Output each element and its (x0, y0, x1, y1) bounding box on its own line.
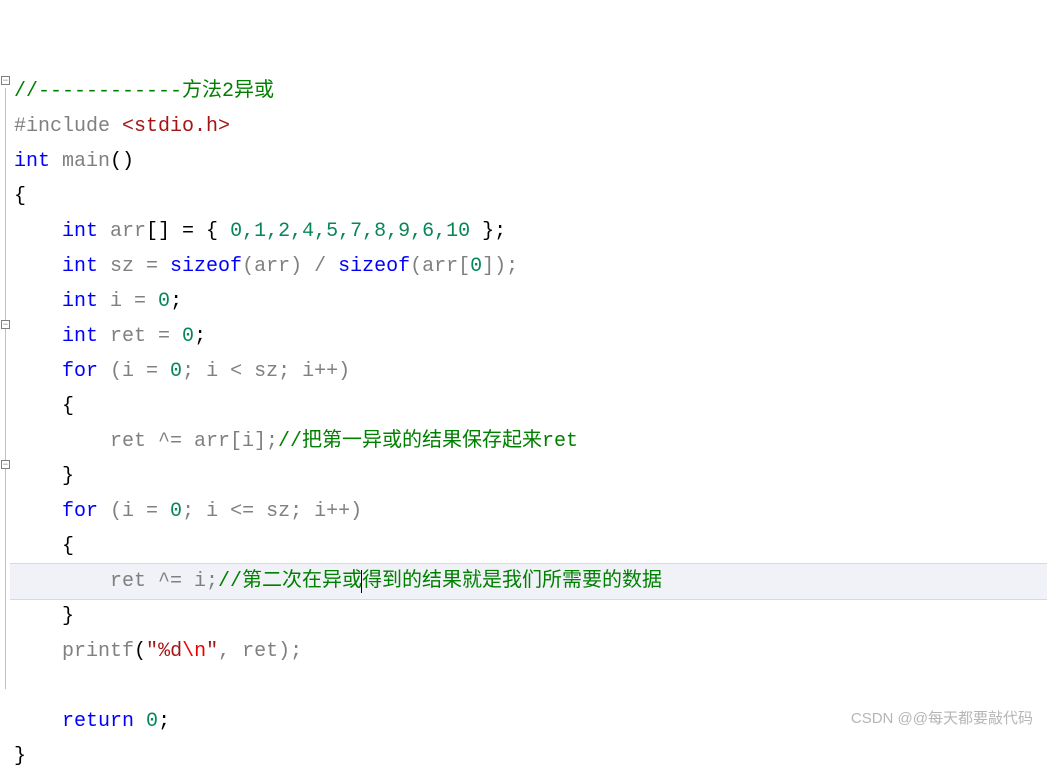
space (134, 710, 146, 733)
expr: ; i < sz; i++) (182, 360, 350, 383)
keyword-int: int (62, 220, 98, 243)
fold-gutter: − − − (0, 0, 12, 778)
keyword-int: int (62, 290, 98, 313)
format-spec: %d (158, 640, 182, 663)
indent (14, 500, 62, 523)
preprocessor: #include (14, 115, 122, 138)
expr: (i = (98, 360, 170, 383)
comment-text: 得到的结果就是我们所需要的数据 (362, 570, 662, 593)
brace: { (14, 185, 26, 208)
semicolon: ; (170, 290, 182, 313)
keyword-return: return (62, 710, 134, 733)
keyword-int: int (62, 255, 98, 278)
indent (14, 290, 62, 313)
string-quote: " (146, 640, 158, 663)
semicolon: ; (194, 325, 206, 348)
fold-line (5, 88, 6, 689)
keyword-sizeof: sizeof (170, 255, 242, 278)
expr: (i = (98, 500, 170, 523)
keyword-sizeof: sizeof (338, 255, 410, 278)
identifier: arr (98, 220, 146, 243)
number-literal: 0 (158, 290, 170, 313)
brace: } (14, 605, 74, 628)
comment-text: //第二次在异或 (218, 570, 362, 593)
number-literal: 0 (146, 710, 158, 733)
semicolon: ; (158, 710, 170, 733)
watermark-text: CSDN @@每天都要敲代码 (851, 706, 1033, 732)
number-literal: 0 (170, 360, 182, 383)
indent (14, 360, 62, 383)
fold-marker-icon[interactable]: − (1, 460, 10, 469)
brackets: [] = { (146, 220, 230, 243)
brackets: }; (470, 220, 506, 243)
current-line-highlight: ret ^= i;//第二次在异或得到的结果就是我们所需要的数据 (10, 563, 1047, 600)
fold-marker-icon[interactable]: − (1, 320, 10, 329)
indent (14, 640, 62, 663)
indent (14, 325, 62, 348)
brace: { (14, 535, 74, 558)
identifier: sz = (98, 255, 170, 278)
paren: ( (134, 640, 146, 663)
include-path: <stdio.h> (122, 115, 230, 138)
number-literal: 0 (170, 500, 182, 523)
number-literal: 0 (182, 325, 194, 348)
function-name: main (50, 150, 110, 173)
identifier: ret = (98, 325, 182, 348)
expr: ; i <= sz; i++) (182, 500, 362, 523)
comment-text: //把第一异或的结果保存起来ret (278, 430, 578, 453)
brace: } (14, 465, 74, 488)
keyword-for: for (62, 500, 98, 523)
number-literal: 0,1,2,4,5,7,8,9,6,10 (230, 220, 470, 243)
code-editor: − − − //------------方法2异或 #include <stdi… (0, 0, 1047, 778)
brace: } (14, 745, 26, 768)
indent (14, 220, 62, 243)
escape-char: \n (182, 640, 206, 663)
string-quote: " (206, 640, 218, 663)
identifier: i = (98, 290, 158, 313)
expr: ]); (482, 255, 518, 278)
keyword-for: for (62, 360, 98, 383)
indent (14, 710, 62, 733)
parens: () (110, 150, 134, 173)
comment-text: //------------方法2异或 (14, 80, 274, 103)
indent (14, 255, 62, 278)
expr: (arr) / (242, 255, 338, 278)
expr: , ret); (218, 640, 302, 663)
statement: ret ^= i; (14, 570, 218, 593)
fold-marker-icon[interactable]: − (1, 76, 10, 85)
expr: (arr[ (410, 255, 470, 278)
function-call: printf (62, 640, 134, 663)
keyword-int: int (62, 325, 98, 348)
brace: { (14, 395, 74, 418)
statement: ret ^= arr[i]; (14, 430, 278, 453)
number-literal: 0 (470, 255, 482, 278)
